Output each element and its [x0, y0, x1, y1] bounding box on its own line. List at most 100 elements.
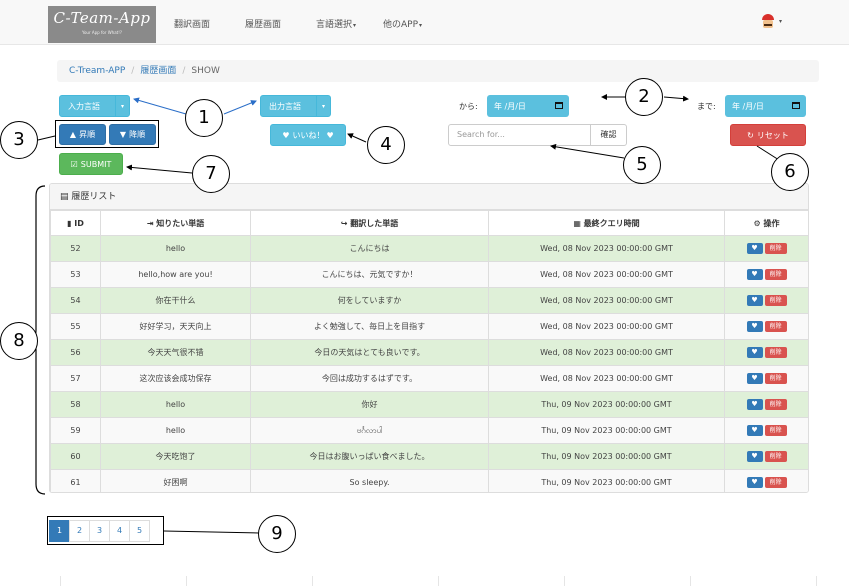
- callout-7: 7: [192, 155, 230, 193]
- delete-button[interactable]: 削除: [764, 347, 787, 358]
- cell-id: 60: [50, 443, 101, 470]
- cell-id: 57: [50, 365, 101, 392]
- check-square-icon: ☑: [70, 159, 78, 169]
- callout-4: 4: [367, 126, 405, 164]
- cell-id: 54: [50, 287, 101, 314]
- heart-icon: ♥: [282, 130, 290, 140]
- like-button[interactable]: ♥: [746, 399, 763, 410]
- delete-button[interactable]: 削除: [764, 373, 787, 384]
- callout-9: 9: [258, 515, 296, 553]
- output-language-label: 出力言語: [269, 101, 301, 111]
- callout-6: 6: [771, 153, 809, 191]
- chevron-down-icon[interactable]: ▾: [779, 18, 782, 25]
- like-button[interactable]: ♥: [746, 295, 763, 306]
- cell-id: 58: [50, 391, 101, 418]
- history-panel: ▤ 履歴リスト ▮ ID ⇥ 知りたい単語 ↪ 翻訳した単語 ▦ 最終クエリ時間…: [49, 183, 809, 493]
- cell-source-word: hello: [100, 417, 251, 444]
- header-source-word[interactable]: ⇥ 知りたい単語: [100, 210, 251, 236]
- delete-button[interactable]: 削除: [764, 451, 787, 462]
- table-row: 55 好好学习，天天向上 よく勉強して、毎日上を目指す Wed, 08 Nov 202…: [50, 313, 808, 340]
- delete-button[interactable]: 削除: [764, 399, 787, 410]
- from-date-input[interactable]: 年 /月/日: [487, 95, 569, 117]
- cell-last-query-time: Thu, 09 Nov 2023 00:00:00 GMT: [488, 391, 725, 418]
- highlight-box-pagination: [47, 516, 164, 545]
- share-icon: ↪: [340, 218, 348, 228]
- cell-actions: ♥ 削除: [724, 391, 808, 418]
- delete-button[interactable]: 削除: [764, 477, 787, 488]
- cell-last-query-time: Wed, 08 Nov 2023 00:00:00 GMT: [488, 287, 725, 314]
- search-input[interactable]: Search for...: [448, 124, 591, 146]
- submit-button[interactable]: ☑ SUBMIT: [59, 153, 123, 175]
- cell-source-word: 好困啊: [100, 469, 251, 492]
- nav-other-apps[interactable]: 他のAPP▾: [383, 17, 422, 30]
- avatar[interactable]: [760, 14, 776, 30]
- like-button[interactable]: ♥: [746, 451, 763, 462]
- cell-id: 52: [50, 235, 101, 262]
- search-confirm-button[interactable]: 確認: [590, 124, 627, 146]
- list-icon: ▤: [60, 192, 69, 202]
- calendar-icon[interactable]: [792, 102, 800, 109]
- breadcrumb-separator: /: [182, 66, 186, 76]
- table-header-row: ▮ ID ⇥ 知りたい単語 ↪ 翻訳した単語 ▦ 最終クエリ時間 ⚙ 操作: [50, 210, 808, 236]
- nav-translate[interactable]: 翻訳画面: [174, 17, 210, 30]
- cell-translated-word: こんにちは: [250, 235, 489, 262]
- cell-actions: ♥ 削除: [724, 339, 808, 366]
- cell-actions: ♥ 削除: [724, 443, 808, 470]
- output-language-dropdown[interactable]: 出力言語 ▾: [260, 95, 331, 117]
- cell-id: 59: [50, 417, 101, 444]
- cell-translated-word: 你好: [250, 391, 489, 418]
- cell-last-query-time: Wed, 08 Nov 2023 00:00:00 GMT: [488, 313, 725, 340]
- cell-source-word: 你在干什么: [100, 287, 251, 314]
- cell-translated-word: So sleepy.: [250, 469, 489, 492]
- header-id[interactable]: ▮ ID: [50, 210, 101, 236]
- table-row: 57 这次应该会成功保存 今回は成功するはずです。 Wed, 08 Nov 2023 …: [50, 365, 808, 392]
- table-row: 53 hello,how are you! こんにちは、元気ですか！ Wed, 08 …: [50, 261, 808, 288]
- like-button[interactable]: ♥: [746, 425, 763, 436]
- header-last-query-time[interactable]: ▦ 最終クエリ時間: [488, 210, 725, 236]
- like-filter-button[interactable]: ♥ いいね！ ♥: [270, 124, 346, 146]
- like-button[interactable]: ♥: [746, 373, 763, 384]
- breadcrumb: C-Tream-APP / 履歴画面 / SHOW: [57, 60, 819, 82]
- cell-last-query-time: Thu, 09 Nov 2023 00:00:00 GMT: [488, 417, 725, 444]
- calendar-icon[interactable]: [555, 102, 563, 109]
- chevron-down-icon: ▾: [115, 96, 129, 116]
- app-logo[interactable]: C-Team-App Your App for What!?: [48, 6, 156, 43]
- like-button[interactable]: ♥: [746, 477, 763, 488]
- delete-button[interactable]: 削除: [764, 295, 787, 306]
- like-button[interactable]: ♥: [746, 321, 763, 332]
- table-row: 52 hello こんにちは Wed, 08 Nov 2023 00:00:00 GM…: [50, 235, 808, 262]
- cell-id: 56: [50, 339, 101, 366]
- table-row: 54 你在干什么 何をしていますか Wed, 08 Nov 2023 00:00:00…: [50, 287, 808, 314]
- nav-history[interactable]: 履歴画面: [245, 17, 281, 30]
- cell-source-word: hello,how are you!: [100, 261, 251, 288]
- chevron-down-icon: ▾: [316, 96, 330, 116]
- like-button[interactable]: ♥: [746, 269, 763, 280]
- header-translated-word[interactable]: ↪ 翻訳した単語: [250, 210, 489, 236]
- table-row: 61 好困啊 So sleepy. Thu, 09 Nov 2023 00:00:00…: [50, 469, 808, 492]
- heart-icon: ♥: [326, 130, 334, 140]
- chevron-down-icon: ▾: [419, 22, 423, 29]
- cell-translated-word: 今日の天気はとても良いです。: [250, 339, 489, 366]
- breadcrumb-history[interactable]: 履歴画面: [140, 66, 176, 76]
- reset-button[interactable]: ↻ リセット: [730, 124, 806, 146]
- breadcrumb-home[interactable]: C-Tream-APP: [69, 66, 125, 76]
- cell-actions: ♥ 削除: [724, 417, 808, 444]
- cell-last-query-time: Wed, 08 Nov 2023 00:00:00 GMT: [488, 235, 725, 262]
- cell-actions: ♥ 削除: [724, 235, 808, 262]
- nav-language-select[interactable]: 言語選択▾: [316, 17, 356, 30]
- cell-id: 61: [50, 469, 101, 492]
- to-date-label: まで:: [697, 102, 716, 111]
- breadcrumb-current: SHOW: [191, 66, 220, 76]
- calendar-icon: ▦: [573, 218, 581, 228]
- delete-button[interactable]: 削除: [764, 321, 787, 332]
- delete-button[interactable]: 削除: [764, 425, 787, 436]
- like-button[interactable]: ♥: [746, 243, 763, 254]
- delete-button[interactable]: 削除: [764, 243, 787, 254]
- input-language-dropdown[interactable]: 入力言語 ▾: [59, 95, 130, 117]
- delete-button[interactable]: 削除: [764, 269, 787, 280]
- like-button[interactable]: ♥: [746, 347, 763, 358]
- table-row: 59 hello ဗင်္ဂလာပါ Thu, 09 Nov 2023 00:00:0…: [50, 417, 808, 444]
- cell-source-word: 今天天气很不错: [100, 339, 251, 366]
- navbar: C-Team-App Your App for What!? 翻訳画面 履歴画面…: [0, 0, 849, 45]
- to-date-input[interactable]: 年 /月/日: [725, 95, 806, 117]
